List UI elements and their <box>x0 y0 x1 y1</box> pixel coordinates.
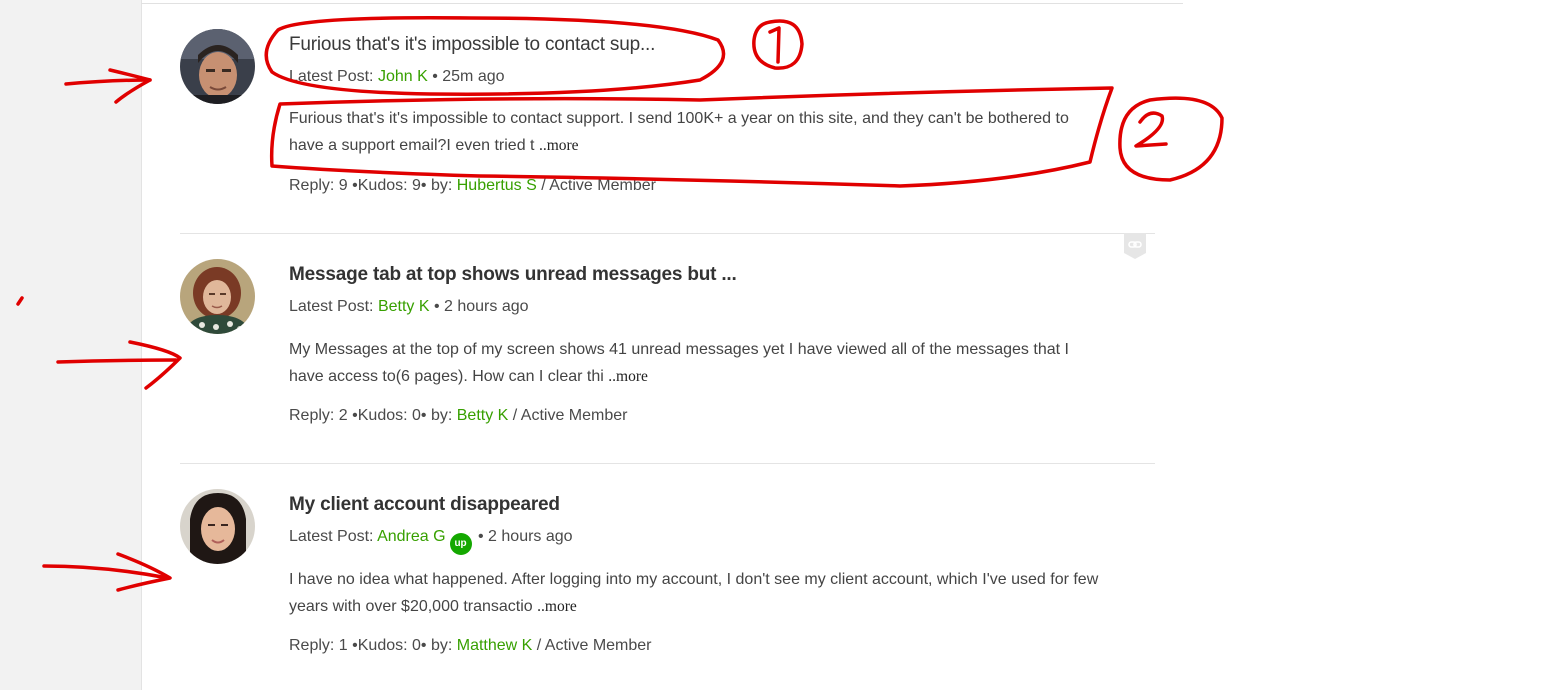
latest-post-time: 2 hours ago <box>444 298 529 315</box>
thread-title[interactable]: My client account disappeared <box>289 494 560 516</box>
separator: • <box>427 68 443 85</box>
author-rank: / Active Member <box>536 177 656 194</box>
avatar[interactable] <box>180 29 255 104</box>
latest-post-author-link[interactable]: Betty K <box>378 298 430 315</box>
reply-count: Reply: 1 <box>289 637 348 654</box>
author-link[interactable]: Matthew K <box>457 637 533 654</box>
latest-post-label: Latest Post: <box>289 68 378 85</box>
by-label: by: <box>426 407 457 424</box>
latest-post-author-link[interactable]: Andrea G <box>377 528 445 545</box>
snippet-text: My Messages at the top of my screen show… <box>289 341 1069 385</box>
thread-item: My client account disappeared Latest Pos… <box>180 464 1155 690</box>
kudos-count: •Kudos: 9• <box>347 177 427 194</box>
annotation-label-2: 2 <box>1160 149 1161 151</box>
snippet-text: I have no idea what happened. After logg… <box>289 571 1099 615</box>
thread-stats: Reply: 1 •Kudos: 0• by: Matthew K / Acti… <box>289 637 652 655</box>
thread-title[interactable]: Furious that's it's impossible to contac… <box>289 34 655 56</box>
by-label: by: <box>426 637 457 654</box>
separator: • <box>473 528 489 545</box>
latest-post-time: 25m ago <box>442 68 505 85</box>
snippet-text: Furious that's it's impossible to contac… <box>289 110 1069 154</box>
thread-item: Message tab at top shows unread messages… <box>180 234 1155 464</box>
thread-title[interactable]: Message tab at top shows unread messages… <box>289 264 737 286</box>
reply-count: Reply: 9 <box>289 177 348 194</box>
thread-stats: Reply: 9 •Kudos: 9• by: Hubertus S / Act… <box>289 177 656 195</box>
author-rank: / Active Member <box>532 637 652 654</box>
upwork-badge-icon: up <box>449 533 472 555</box>
more-link[interactable]: ..more <box>537 598 577 615</box>
latest-post-label: Latest Post: <box>289 298 378 315</box>
latest-post-line: Latest Post: John K • 25m ago <box>289 68 505 86</box>
by-label: by: <box>426 177 457 194</box>
thread-snippet: My Messages at the top of my screen show… <box>289 336 1099 390</box>
latest-post-line: Latest Post: Andrea Gup • 2 hours ago <box>289 528 573 555</box>
thread-snippet: Furious that's it's impossible to contac… <box>289 105 1099 159</box>
more-link[interactable]: ..more <box>539 137 579 154</box>
left-sidebar-gutter <box>0 0 142 690</box>
kudos-count: •Kudos: 0• <box>347 637 427 654</box>
reply-count: Reply: 2 <box>289 407 348 424</box>
thread-stats: Reply: 2 •Kudos: 0• by: Betty K / Active… <box>289 407 627 425</box>
more-link[interactable]: ..more <box>608 368 648 385</box>
author-rank: / Active Member <box>508 407 628 424</box>
avatar[interactable] <box>180 489 255 564</box>
latest-post-line: Latest Post: Betty K • 2 hours ago <box>289 298 529 316</box>
kudos-count: •Kudos: 0• <box>347 407 427 424</box>
avatar[interactable] <box>180 259 255 334</box>
latest-post-author-link[interactable]: John K <box>378 68 428 85</box>
latest-post-label: Latest Post: <box>289 528 378 545</box>
separator: • <box>429 298 445 315</box>
thread-snippet: I have no idea what happened. After logg… <box>289 566 1099 620</box>
author-link[interactable]: Betty K <box>457 407 509 424</box>
thread-item: Furious that's it's impossible to contac… <box>180 0 1155 230</box>
latest-post-time: 2 hours ago <box>488 528 573 545</box>
author-link[interactable]: Hubertus S <box>457 177 537 194</box>
